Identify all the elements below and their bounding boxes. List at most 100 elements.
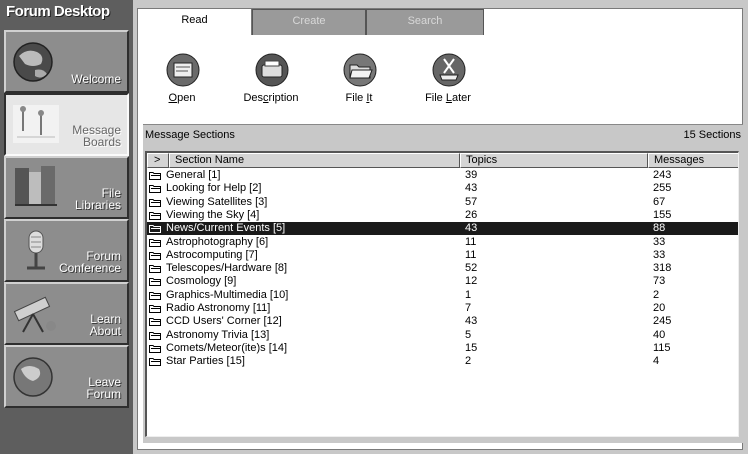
topics-cell: 52 [465,262,478,275]
topics-cell: 11 [465,235,477,248]
messages-cell: 73 [653,275,666,288]
toolbar: Open Description File It File Later [138,35,742,113]
section-name-cell: Radio Astronomy [11] [166,302,271,314]
section-name-cell: Cosmology [9] [166,275,237,288]
nav-item-forum-conference[interactable]: Forum Conference [4,219,129,282]
topics-cell: 12 [465,275,478,288]
topics-cell: 57 [465,195,478,208]
section-name-cell: Astrocomputing [7] [166,248,258,261]
column-header-section-name[interactable]: Section Name [169,153,460,168]
table-row[interactable]: Viewing the Sky [4] 26 155 [147,208,738,222]
messages-cell: 33 [653,235,666,248]
nav-item-leave-forum[interactable]: Leave Forum [4,345,129,408]
file-later-label: File Later [425,92,471,104]
topics-cell: 43 [465,182,478,195]
nav-label-welcome: Welcome [71,72,121,86]
tab-search[interactable]: Search [366,9,484,35]
nav-item-message-boards[interactable]: Message Boards [4,93,129,156]
messages-cell: 67 [653,195,666,208]
column-header-messages[interactable]: Messages [648,153,738,168]
messages-cell: 2 [653,288,660,301]
folder-icon [149,185,161,194]
folder-icon [149,225,161,234]
table-row[interactable]: Comets/Meteor(ite)s [14] 15 115 [147,341,738,355]
message-sections-panel: Message Sections 15 Sections > Section N… [143,124,743,443]
table-row[interactable]: Star Parties [15] 2 4 [147,355,738,368]
folder-icon [149,172,161,180]
section-name-cell: Star Parties [15] [166,355,245,368]
table-row[interactable]: General [1] 39 243 [147,169,738,182]
table-row[interactable]: Astrophotography [6] 11 33 [147,235,738,249]
table-row[interactable]: Radio Astronomy [11] 7 20 [147,302,738,315]
section-name-cell: Astronomy Trivia [13] [166,328,270,341]
messages-cell: 4 [653,355,660,368]
file-it-button[interactable]: File It [323,53,395,111]
file-it-icon [343,53,377,87]
nav-label-leave-forum: Leave Forum [86,375,121,401]
column-header-topics[interactable]: Topics [460,153,648,168]
sidebar: Forum Desktop Welcome Message Boards Fil… [0,0,133,454]
nav-label-learn-about: Learn About [89,312,121,338]
table-row[interactable]: Astronomy Trivia [13] 5 40 [147,328,738,342]
nav-item-file-libraries[interactable]: File Libraries [4,156,129,219]
sections-header: Message Sections 15 Sections [145,129,741,145]
section-name-cell: News/Current Events [5] [166,222,286,235]
table-row[interactable]: Astrocomputing [7] 11 33 [147,248,738,262]
messages-cell: 88 [653,222,666,235]
folder-icon [149,238,161,247]
folder-icon [149,211,161,220]
table-row[interactable]: Graphics-Multimedia [10] 1 2 [147,288,738,302]
file-it-label: File It [345,92,373,104]
messages-cell: 243 [653,169,672,181]
folder-icon [149,305,161,313]
section-name-cell: Viewing the Sky [4] [166,208,260,221]
nav-item-learn-about[interactable]: Learn About [4,282,129,345]
topics-cell: 43 [465,222,478,235]
tab-create[interactable]: Create [252,9,366,35]
table-row[interactable]: CCD Users' Corner [12] 43 245 [147,315,738,328]
folder-icon [149,331,161,340]
nav-label-message-boards: Message Boards [72,123,121,149]
folder-icon [149,278,161,287]
messages-cell: 255 [653,182,672,195]
file-later-icon [432,53,466,87]
nav-label-file-libraries: File Libraries [74,186,121,212]
section-name-cell: Comets/Meteor(ite)s [14] [166,341,288,354]
topics-cell: 7 [465,302,472,314]
open-button[interactable]: Open [146,53,218,111]
table-row[interactable]: News/Current Events [5] 43 88 [147,222,738,236]
folder-icon [149,318,161,327]
table-row[interactable]: Viewing Satellites [3] 57 67 [147,195,738,209]
section-name-cell: Graphics-Multimedia [10] [166,288,289,301]
section-name-cell: Telescopes/Hardware [8] [166,262,288,275]
sections-table[interactable]: > Section Name Topics Messages General [… [145,151,739,437]
topics-cell: 15 [465,341,478,354]
topics-cell: 11 [465,248,477,261]
description-button[interactable]: Description [235,53,307,111]
file-later-button[interactable]: File Later [412,53,484,111]
folder-icon [149,198,161,207]
folder-icon [149,358,161,367]
topics-cell: 2 [465,355,472,368]
nav-item-welcome[interactable]: Welcome [4,30,129,93]
open-label: Open [168,92,196,104]
tab-bar: Read Create Search [138,9,742,35]
topics-cell: 5 [465,328,472,341]
messages-cell: 33 [653,248,666,261]
section-name-cell: General [1] [166,169,221,181]
nav-label-forum-conference: Forum Conference [58,249,121,275]
table-row[interactable]: Looking for Help [2] 43 255 [147,182,738,195]
topics-cell: 26 [465,208,478,221]
folder-icon [149,265,161,274]
description-label: Description [243,92,299,104]
section-name-cell: Astrophotography [6] [166,235,269,248]
topics-cell: 43 [465,315,478,328]
table-row[interactable]: Telescopes/Hardware [8] 52 318 [147,262,738,275]
topics-cell: 39 [465,169,478,181]
main-panel: Read Create Search Open Description File… [137,8,743,450]
table-row[interactable]: Cosmology [9] 12 73 [147,275,738,288]
tab-read[interactable]: Read [138,9,252,35]
messages-cell: 115 [653,341,671,354]
app-title: Forum Desktop [6,3,110,20]
column-header-expand[interactable]: > [147,153,169,168]
